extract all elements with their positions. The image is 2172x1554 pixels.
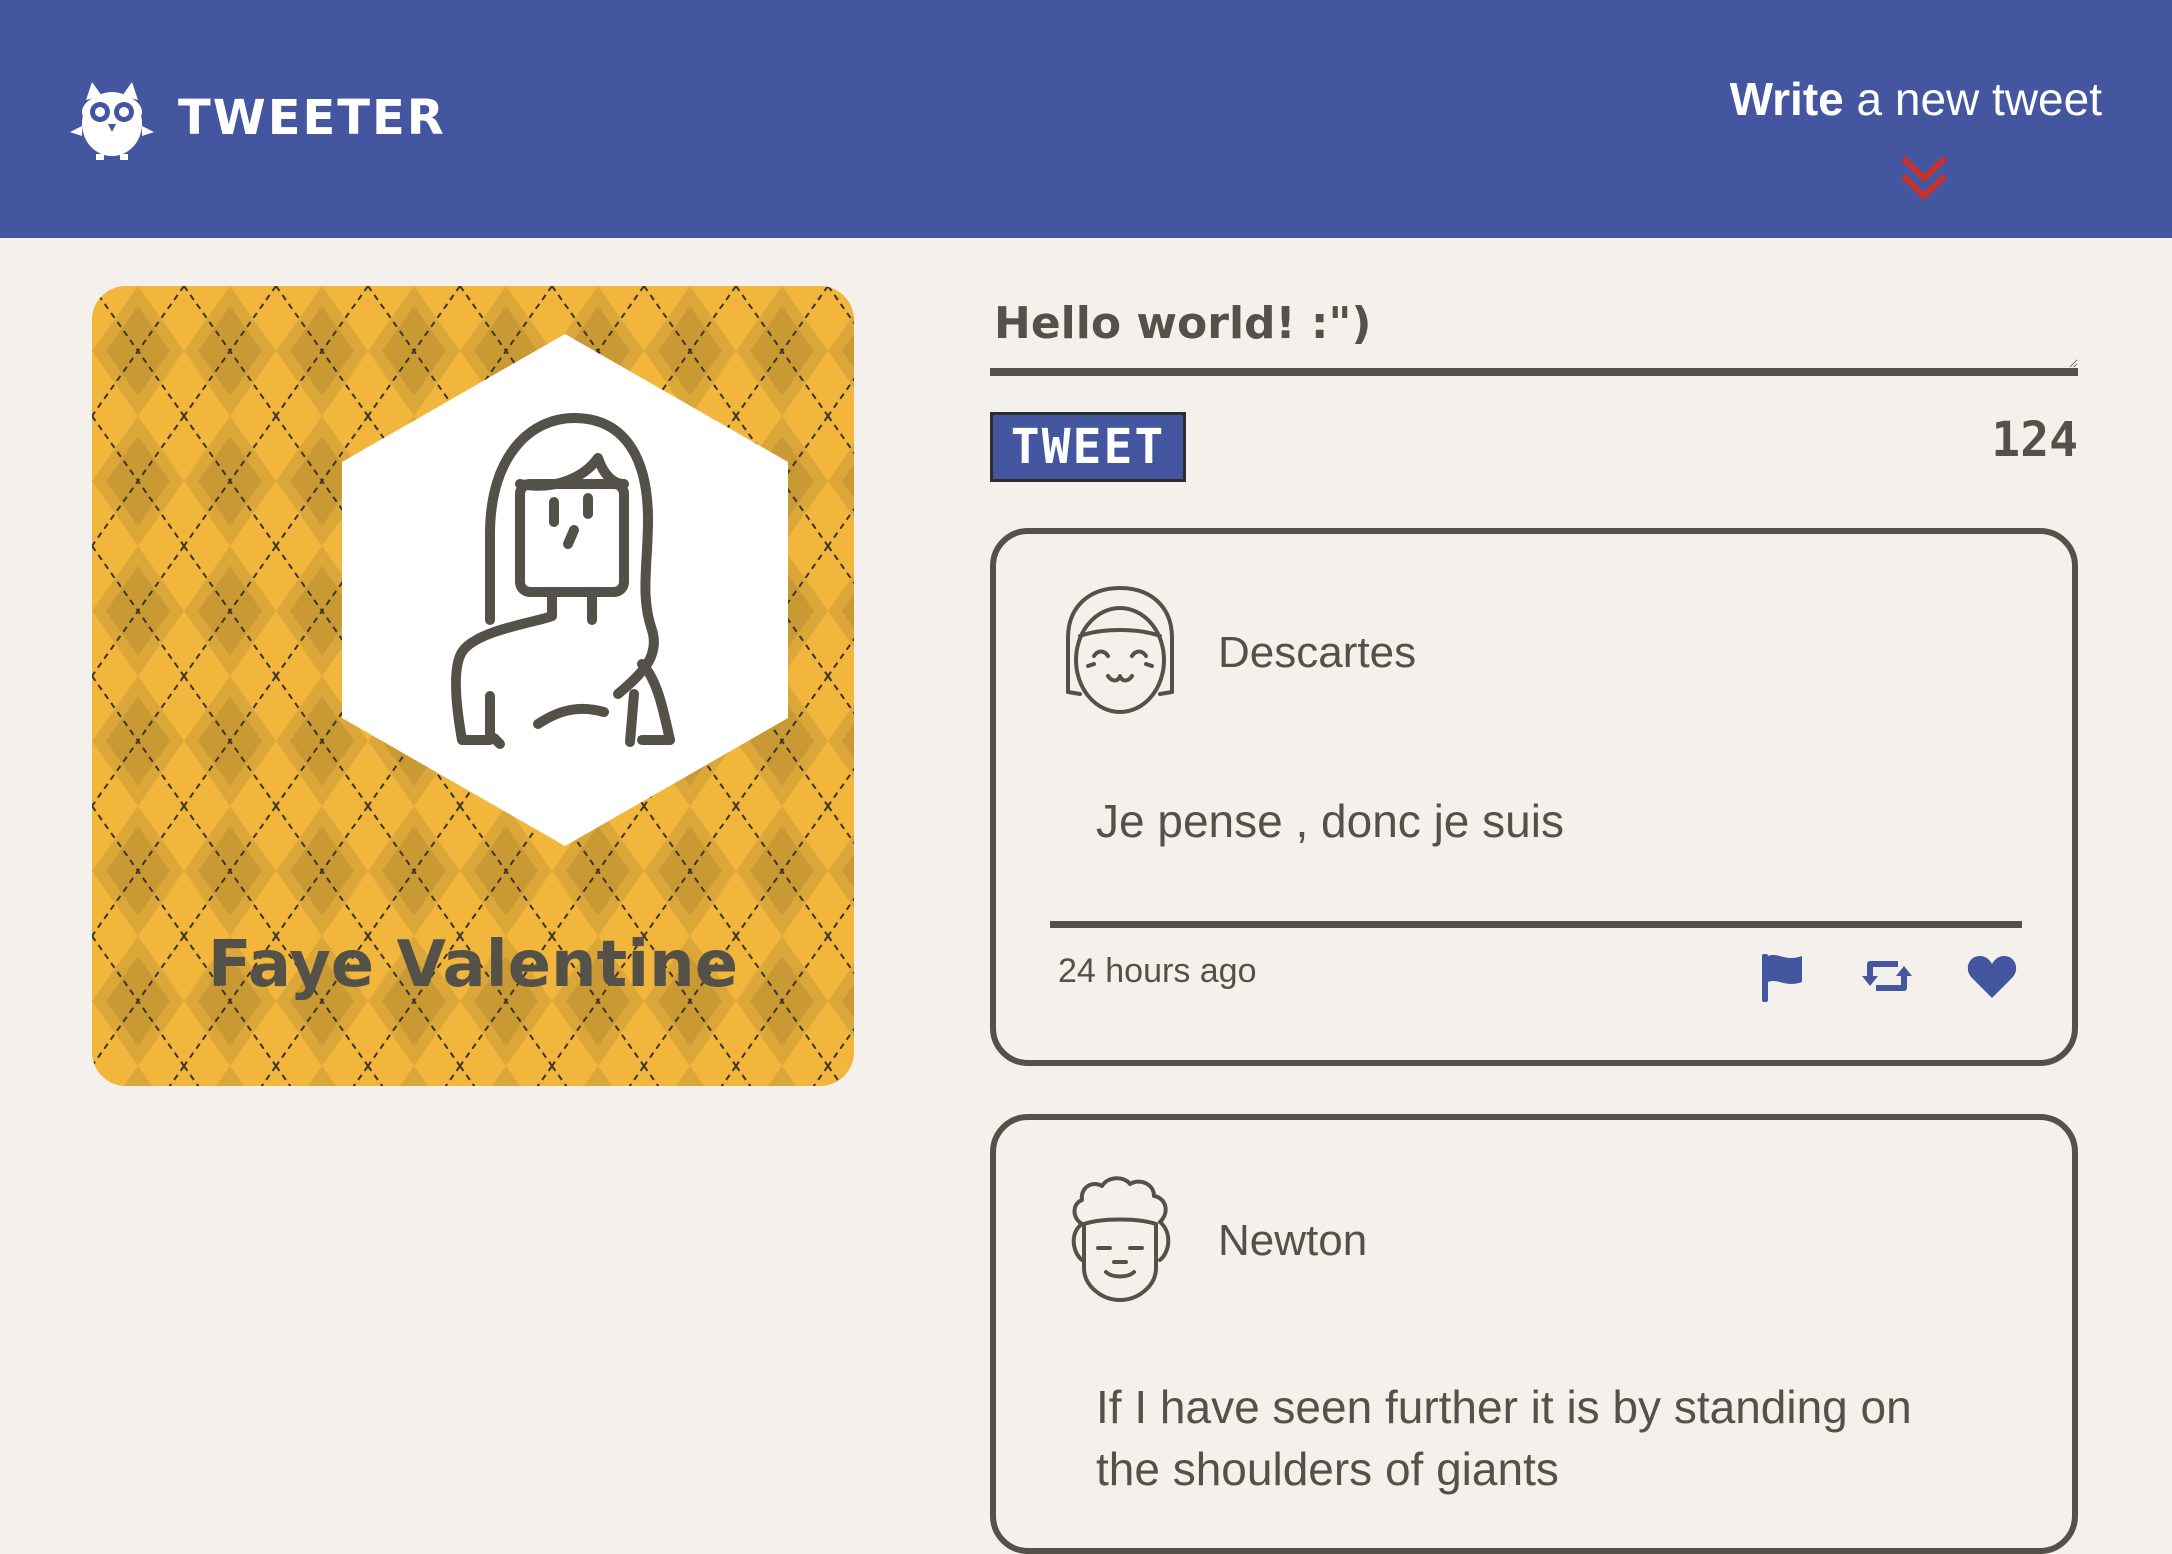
tweet-card: Descartes Je pense , donc je suis 24 hou…: [990, 528, 2078, 1066]
char-counter: 124: [1991, 412, 2078, 468]
tweet-card: Newton If I have seen further it is by s…: [990, 1114, 2078, 1554]
heart-icon[interactable]: [1966, 952, 2018, 1000]
tweet-composer: TWEET 124: [990, 280, 2078, 482]
double-chevron-down-icon[interactable]: [1897, 152, 1951, 204]
flag-icon[interactable]: [1758, 950, 1806, 1004]
profile-name: Faye Valentine: [207, 928, 739, 1002]
tweet-text: If I have seen further it is by standing…: [1096, 1381, 1912, 1495]
retweet-icon[interactable]: [1860, 954, 1914, 998]
tweet-input[interactable]: [990, 280, 2078, 376]
curly-hair-avatar-icon: [1071, 1176, 1171, 1302]
tweet-author[interactable]: Newton: [1218, 1216, 1367, 1266]
compose-toggle-rest: a new tweet: [1843, 73, 2103, 125]
girl-avatar-icon: [1066, 586, 1174, 714]
compose-toggle-bold: Write: [1729, 73, 1844, 125]
brand-name: TWEETER: [178, 90, 446, 146]
owl-logo-icon: [70, 82, 154, 160]
tweet-text: Je pense , donc je suis: [1096, 795, 1564, 847]
brand[interactable]: TWEETER: [68, 74, 446, 162]
write-new-tweet-toggle[interactable]: Write a new tweet: [1730, 72, 2102, 126]
woman-avatar-icon: [342, 334, 788, 846]
tweet-divider: [1050, 921, 2022, 928]
tweet-author[interactable]: Descartes: [1218, 628, 1416, 678]
profile-card: Faye Valentine: [92, 286, 854, 1086]
top-bar: TWEETER Write a new tweet: [0, 0, 2172, 238]
tweet-button[interactable]: TWEET: [990, 412, 1186, 482]
tweet-timestamp: 24 hours ago: [1058, 952, 1257, 990]
